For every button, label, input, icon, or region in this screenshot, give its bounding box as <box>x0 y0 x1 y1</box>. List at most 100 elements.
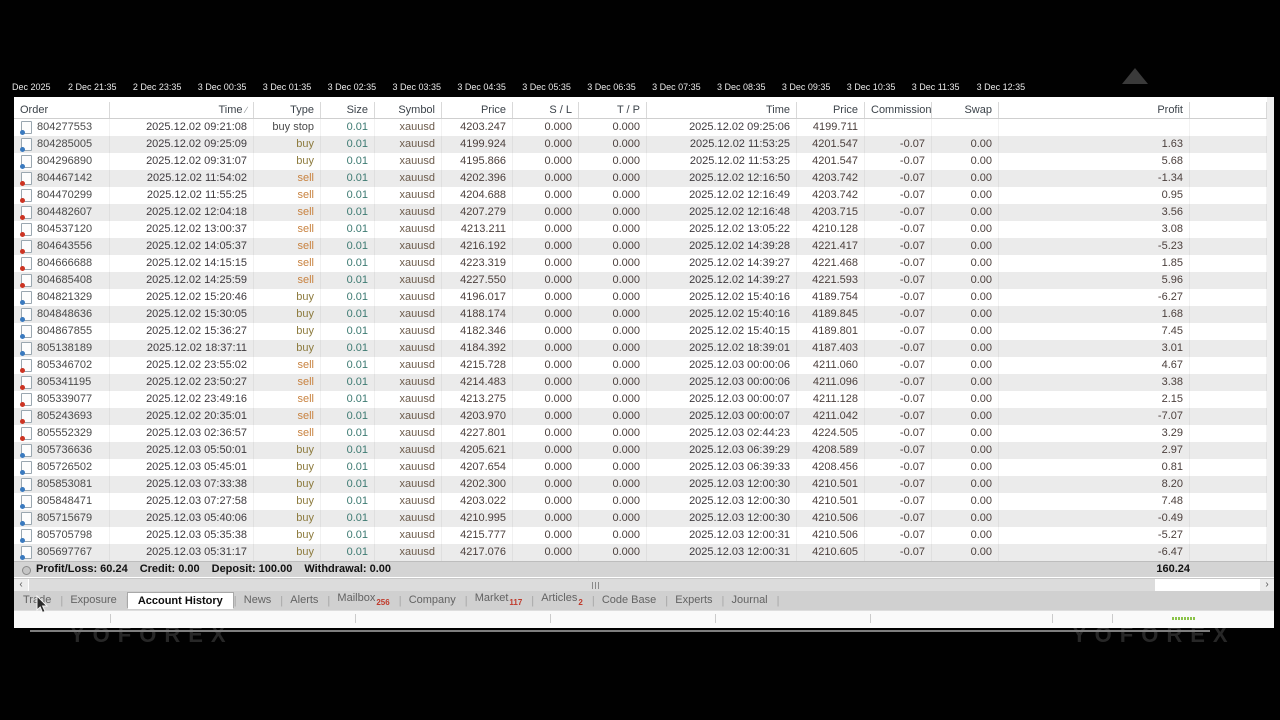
commission-cell: -0.07 <box>865 153 932 170</box>
table-row[interactable]: 8044702992025.12.02 11:55:25sell0.01xauu… <box>14 187 1267 204</box>
profit-cell: 1.63 <box>999 136 1190 153</box>
symbol-cell: xauusd <box>375 204 442 221</box>
column-header-type[interactable]: Type <box>254 102 321 118</box>
table-row[interactable]: 8055523292025.12.03 02:36:57sell0.01xauu… <box>14 425 1267 442</box>
open_time-cell: 2025.12.03 05:40:06 <box>110 510 254 527</box>
tab-exposure[interactable]: Exposure <box>61 592 125 609</box>
profit-cell: 1.68 <box>999 306 1190 323</box>
tp-cell: 0.000 <box>579 527 647 544</box>
open_price-cell: 4203.022 <box>442 493 513 510</box>
tab-articles[interactable]: Articles2 <box>532 590 592 610</box>
table-row[interactable]: 8048486362025.12.02 15:30:05buy0.01xauus… <box>14 306 1267 323</box>
commission-cell: -0.07 <box>865 323 932 340</box>
size-cell: 0.01 <box>321 255 375 272</box>
column-header-sl[interactable]: S / L <box>513 102 579 118</box>
scroll-right-arrow[interactable]: › <box>1260 579 1274 591</box>
symbol-cell: xauusd <box>375 510 442 527</box>
scroll-left-arrow[interactable]: ‹ <box>14 579 28 591</box>
tab-company[interactable]: Company <box>400 592 465 609</box>
filler-cell <box>1190 323 1267 340</box>
tab-mailbox[interactable]: Mailbox256 <box>328 590 398 610</box>
order-cell: 805341195 <box>14 374 110 391</box>
table-row[interactable]: 8057265022025.12.03 05:45:01buy0.01xauus… <box>14 459 1267 476</box>
close_price-cell: 4208.456 <box>797 459 865 476</box>
scrollbar-thumb[interactable] <box>29 579 1155 591</box>
table-row[interactable]: 8046435562025.12.02 14:05:37sell0.01xauu… <box>14 238 1267 255</box>
column-header-open_time[interactable]: Time∕ <box>110 102 254 118</box>
type-cell: buy <box>254 323 321 340</box>
table-row[interactable]: 8053390772025.12.02 23:49:16sell0.01xauu… <box>14 391 1267 408</box>
table-row[interactable]: 8044826072025.12.02 12:04:18sell0.01xauu… <box>14 204 1267 221</box>
table-row[interactable]: 8058484712025.12.03 07:27:58buy0.01xauus… <box>14 493 1267 510</box>
tab-news[interactable]: News <box>235 592 281 609</box>
table-row[interactable]: 8042968902025.12.02 09:31:07buy0.01xauus… <box>14 153 1267 170</box>
table-row[interactable]: 8053411952025.12.02 23:50:27sell0.01xauu… <box>14 374 1267 391</box>
bottom-strip <box>14 610 1274 628</box>
table-row[interactable]: 8052436932025.12.02 20:35:01sell0.01xauu… <box>14 408 1267 425</box>
account-history-panel: OrderTime∕TypeSizeSymbolPriceS / LT / PT… <box>14 97 1274 628</box>
table-row[interactable]: 8058530812025.12.03 07:33:38buy0.01xauus… <box>14 476 1267 493</box>
close_price-cell: 4203.742 <box>797 187 865 204</box>
column-header-open_price[interactable]: Price <box>442 102 513 118</box>
filler-cell <box>1190 170 1267 187</box>
close_time-cell: 2025.12.03 00:00:06 <box>647 357 797 374</box>
column-header-size[interactable]: Size <box>321 102 375 118</box>
tab-account-history[interactable]: Account History <box>127 592 234 609</box>
table-row[interactable]: 8045371202025.12.02 13:00:37sell0.01xauu… <box>14 221 1267 238</box>
mouse-cursor <box>36 595 49 614</box>
sl-cell: 0.000 <box>513 442 579 459</box>
order-cell: 804821329 <box>14 289 110 306</box>
type-cell: sell <box>254 425 321 442</box>
table-row[interactable]: 8048213292025.12.02 15:20:46buy0.01xauus… <box>14 289 1267 306</box>
tab-experts[interactable]: Experts <box>666 592 721 609</box>
table-row[interactable]: 8046854082025.12.02 14:25:59sell0.01xauu… <box>14 272 1267 289</box>
table-row[interactable]: 8048678552025.12.02 15:36:27buy0.01xauus… <box>14 323 1267 340</box>
sl-cell: 0.000 <box>513 289 579 306</box>
open_time-cell: 2025.12.02 23:49:16 <box>110 391 254 408</box>
table-row[interactable]: 8057366362025.12.03 05:50:01buy0.01xauus… <box>14 442 1267 459</box>
time-axis-label: 3 Dec 02:35 <box>328 82 377 92</box>
table-row[interactable]: 8044671422025.12.02 11:54:02sell0.01xauu… <box>14 170 1267 187</box>
symbol-cell: xauusd <box>375 425 442 442</box>
column-header-profit[interactable]: Profit <box>999 102 1190 118</box>
close_price-cell: 4187.403 <box>797 340 865 357</box>
horizontal-scrollbar[interactable]: ‹ › <box>14 578 1274 591</box>
tp-cell: 0.000 <box>579 408 647 425</box>
table-row[interactable]: 8057057982025.12.03 05:35:38buy0.01xauus… <box>14 527 1267 544</box>
tab-alerts[interactable]: Alerts <box>281 592 327 609</box>
table-row[interactable]: 8056977672025.12.03 05:31:17buy0.01xauus… <box>14 544 1267 561</box>
open_time-cell: 2025.12.02 15:30:05 <box>110 306 254 323</box>
table-row[interactable]: 8051381892025.12.02 18:37:11buy0.01xauus… <box>14 340 1267 357</box>
tab-journal[interactable]: Journal <box>723 592 777 609</box>
table-row[interactable]: 8042775532025.12.02 09:21:08buy stop0.01… <box>14 119 1267 136</box>
column-header-symbol[interactable]: Symbol <box>375 102 442 118</box>
table-row[interactable]: 8042850052025.12.02 09:25:09buy0.01xauus… <box>14 136 1267 153</box>
tab-market[interactable]: Market117 <box>466 590 532 610</box>
commission-cell: -0.07 <box>865 255 932 272</box>
column-header-swap[interactable]: Swap <box>932 102 999 118</box>
column-header-close_time[interactable]: Time <box>647 102 797 118</box>
table-row[interactable]: 8046666882025.12.02 14:15:15sell0.01xauu… <box>14 255 1267 272</box>
column-header-tp[interactable]: T / P <box>579 102 647 118</box>
close_price-cell: 4210.501 <box>797 476 865 493</box>
badge-count: 2 <box>578 598 582 607</box>
table-row[interactable]: 8053467022025.12.02 23:55:02sell0.01xauu… <box>14 357 1267 374</box>
time-axis-label: 3 Dec 06:35 <box>587 82 636 92</box>
commission-cell: -0.07 <box>865 204 932 221</box>
column-header-order[interactable]: Order <box>14 102 110 118</box>
swap-cell: 0.00 <box>932 510 999 527</box>
table-row[interactable]: 8057156792025.12.03 05:40:06buy0.01xauus… <box>14 510 1267 527</box>
size-cell: 0.01 <box>321 153 375 170</box>
time-axis-label: 3 Dec 01:35 <box>263 82 312 92</box>
summary-item: Withdrawal: 0.00 <box>304 563 391 575</box>
profit-cell: 5.68 <box>999 153 1190 170</box>
symbol-cell: xauusd <box>375 442 442 459</box>
column-header-close_price[interactable]: Price <box>797 102 865 118</box>
swap-cell: 0.00 <box>932 391 999 408</box>
column-header-commission[interactable]: Commission <box>865 102 932 118</box>
tab-code-base[interactable]: Code Base <box>593 592 665 609</box>
profit-cell: 2.97 <box>999 442 1190 459</box>
sell-order-icon <box>21 240 32 253</box>
sell-order-icon <box>21 223 32 236</box>
buy-order-icon <box>21 138 32 151</box>
